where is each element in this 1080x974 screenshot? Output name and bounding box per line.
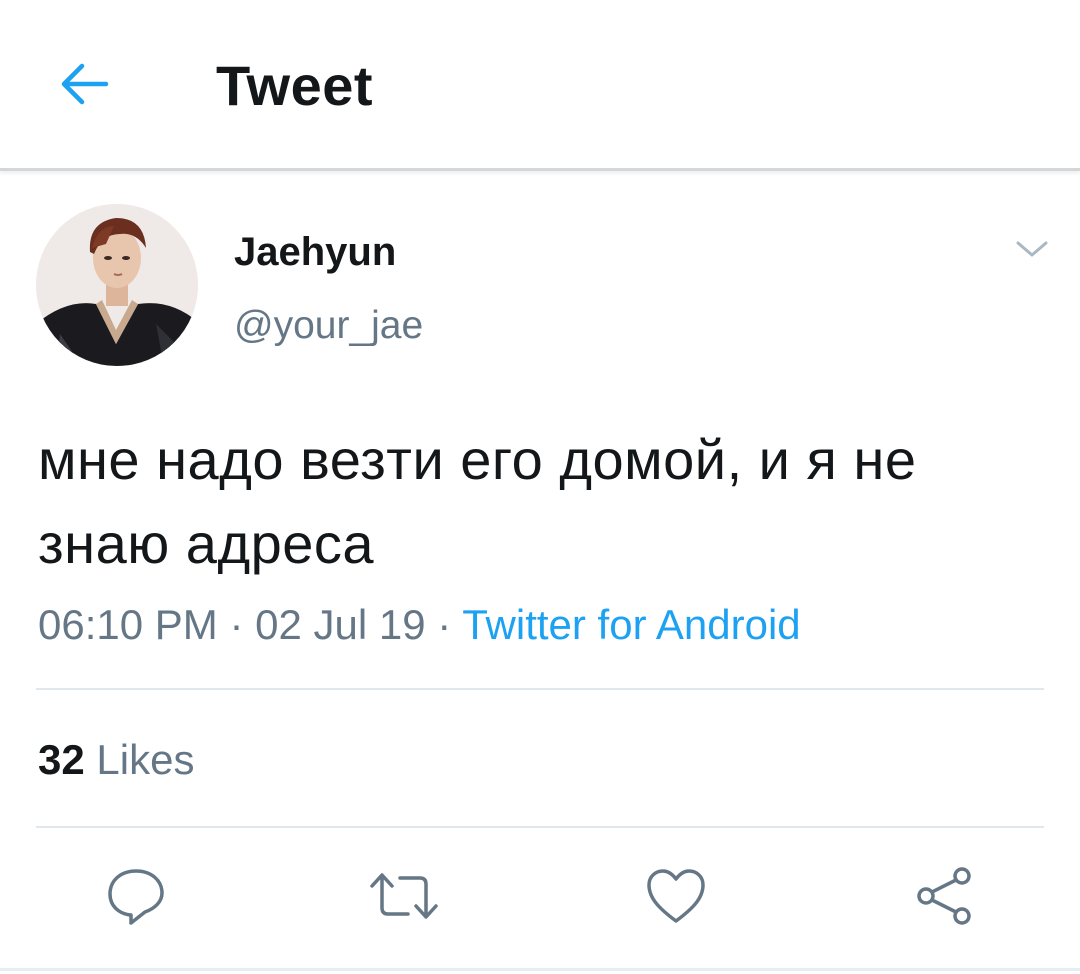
retweet-button[interactable] — [368, 860, 440, 932]
author-handle[interactable]: @your_jae — [234, 302, 423, 350]
avatar-image — [36, 204, 198, 366]
meta-separator: · — [437, 601, 452, 648]
divider — [36, 688, 1044, 690]
tweet-time: 06:10 PM — [38, 601, 218, 648]
reply-icon — [108, 869, 164, 925]
avatar[interactable] — [36, 204, 198, 366]
divider — [36, 826, 1044, 828]
page-title: Tweet — [216, 54, 374, 117]
tweet-meta: 06:10 PM · 02 Jul 19 · Twitter for Andro… — [38, 598, 801, 652]
likes-count-link[interactable]: 32 Likes — [38, 734, 194, 786]
tweet-date: 02 Jul 19 — [255, 601, 426, 648]
chevron-down-icon — [1016, 241, 1048, 257]
divider — [0, 968, 1080, 971]
top-app-bar: Tweet — [0, 0, 1080, 171]
arrow-left-icon — [61, 63, 109, 105]
reply-button[interactable] — [100, 860, 172, 932]
like-button[interactable] — [640, 860, 712, 932]
heart-icon — [647, 869, 705, 923]
meta-separator: · — [229, 601, 244, 648]
share-button[interactable] — [908, 860, 980, 932]
retweet-icon — [370, 873, 438, 919]
tweet-text: мне надо везти его домой, и я не знаю ад… — [38, 428, 917, 575]
author-name[interactable]: Jaehyun — [234, 228, 396, 276]
tweet-source-link[interactable]: Twitter for Android — [462, 601, 800, 648]
share-icon — [917, 867, 971, 925]
likes-label: Likes — [96, 736, 195, 783]
tweet-options-button[interactable] — [1012, 234, 1052, 264]
back-button[interactable] — [52, 56, 116, 112]
likes-count: 32 — [38, 736, 85, 783]
